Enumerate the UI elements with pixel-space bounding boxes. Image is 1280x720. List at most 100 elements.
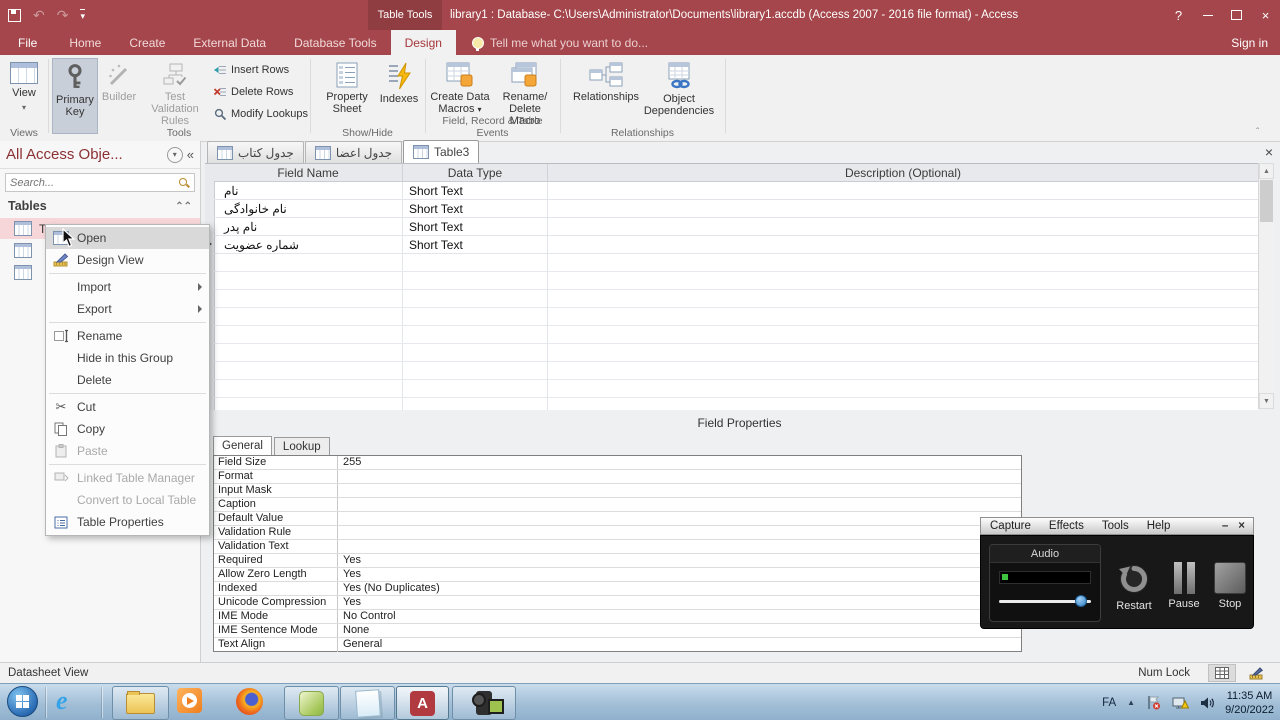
- menu-item-convert-to-local[interactable]: Convert to Local Table: [46, 489, 209, 511]
- data-type-cell[interactable]: Short Text: [403, 200, 548, 218]
- description-cell[interactable]: [548, 200, 1258, 218]
- prop-label[interactable]: Unicode Compression: [214, 596, 338, 609]
- prop-value[interactable]: [338, 484, 1021, 497]
- view-button[interactable]: View ▾: [4, 58, 44, 114]
- field-name-cell[interactable]: نام پدر: [214, 218, 403, 236]
- access-taskbar-button[interactable]: A: [396, 686, 449, 720]
- taskbar-clock[interactable]: 11:35 AM 9/20/2022: [1225, 689, 1274, 717]
- prop-value[interactable]: [338, 526, 1021, 539]
- tab-lookup[interactable]: Lookup: [273, 437, 330, 455]
- relationships-button[interactable]: Relationships: [570, 58, 642, 103]
- prop-label[interactable]: Field Size: [214, 456, 338, 469]
- recorder-menu-effects[interactable]: Effects: [1040, 520, 1093, 532]
- tab-database-tools[interactable]: Database Tools: [280, 30, 391, 55]
- recorder-minimize-icon[interactable]: –: [1222, 520, 1228, 532]
- close-document-icon[interactable]: ×: [1260, 143, 1278, 161]
- nav-pane-header[interactable]: All Access Obje... ▾ «: [0, 141, 200, 169]
- menu-item-delete[interactable]: Delete: [46, 369, 209, 391]
- media-player-icon[interactable]: [177, 688, 202, 713]
- menu-item-rename[interactable]: Rename: [46, 325, 209, 347]
- search-input[interactable]: [6, 176, 178, 189]
- hidden-icons-arrow[interactable]: ▲: [1127, 698, 1135, 707]
- prop-label[interactable]: IME Mode: [214, 610, 338, 623]
- menu-item-import[interactable]: Import: [46, 276, 209, 298]
- test-validation-rules-button[interactable]: Test Validation Rules: [141, 58, 209, 127]
- redo-icon[interactable]: ↷: [57, 7, 69, 24]
- shutter-bar-icon[interactable]: «: [187, 147, 194, 162]
- field-name-cell[interactable]: نام خانوادگی: [214, 200, 403, 218]
- customize-qat-icon[interactable]: ▾: [80, 8, 85, 22]
- scrollbar-thumb[interactable]: [1260, 180, 1273, 222]
- prop-value[interactable]: Yes (No Duplicates): [338, 582, 1021, 595]
- data-type-cell[interactable]: Short Text: [403, 218, 548, 236]
- indexes-button[interactable]: Indexes: [376, 58, 422, 105]
- tab-file[interactable]: File: [0, 30, 56, 55]
- prop-value[interactable]: 255: [338, 456, 1021, 469]
- recorder-menu-help[interactable]: Help: [1138, 520, 1180, 532]
- search-icon[interactable]: [178, 177, 190, 189]
- tab-design[interactable]: Design: [390, 30, 456, 55]
- tell-me-box[interactable]: Tell me what you want to do...: [456, 30, 648, 55]
- field-name-cell[interactable]: شماره عضویت: [214, 236, 403, 254]
- tables-group-header[interactable]: Tables ⌃⌃: [0, 196, 200, 216]
- menu-item-hide-in-group[interactable]: Hide in this Group: [46, 347, 209, 369]
- create-data-macros-button[interactable]: Create Data Macros ▾: [430, 58, 490, 116]
- sign-in-link[interactable]: Sign in: [1231, 30, 1268, 55]
- prop-value[interactable]: Yes: [338, 568, 1021, 581]
- restore-button[interactable]: [1222, 0, 1251, 30]
- recorder-close-icon[interactable]: ×: [1238, 520, 1245, 532]
- slider-knob[interactable]: [1075, 595, 1087, 607]
- restart-button[interactable]: Restart: [1107, 562, 1161, 612]
- prop-label[interactable]: Input Mask: [214, 484, 338, 497]
- recorder-menu-capture[interactable]: Capture: [981, 520, 1040, 532]
- menu-item-table-properties[interactable]: Table Properties: [46, 511, 209, 533]
- prop-label[interactable]: Default Value: [214, 512, 338, 525]
- data-type-cell[interactable]: Short Text: [403, 236, 548, 254]
- doc-tab-table3[interactable]: Table3: [402, 140, 480, 163]
- undo-icon[interactable]: ↶: [33, 7, 45, 24]
- network-icon[interactable]: [1172, 696, 1190, 710]
- description-cell[interactable]: [548, 218, 1258, 236]
- collapse-group-icon[interactable]: ⌃⌃: [175, 201, 192, 212]
- scroll-down-icon[interactable]: ▼: [1259, 393, 1274, 409]
- field-name-cell[interactable]: نام: [214, 182, 403, 200]
- datasheet-view-button[interactable]: [1208, 664, 1236, 682]
- menu-item-design-view[interactable]: Design View: [46, 249, 209, 271]
- recorder-menu-tools[interactable]: Tools: [1093, 520, 1138, 532]
- tab-external-data[interactable]: External Data: [179, 30, 280, 55]
- prop-value[interactable]: Yes: [338, 596, 1021, 609]
- prop-label[interactable]: Validation Rule: [214, 526, 338, 539]
- close-button[interactable]: ×: [1251, 0, 1280, 30]
- start-button[interactable]: [7, 686, 38, 717]
- save-icon[interactable]: [8, 8, 21, 22]
- prop-label[interactable]: Allow Zero Length: [214, 568, 338, 581]
- stop-button[interactable]: Stop: [1209, 562, 1251, 610]
- internet-explorer-icon[interactable]: e: [56, 688, 68, 714]
- volume-icon[interactable]: [1200, 696, 1214, 710]
- pause-button[interactable]: Pause: [1163, 562, 1205, 610]
- primary-key-button[interactable]: Primary Key: [52, 58, 98, 134]
- recorder-title-bar[interactable]: Capture Effects Tools Help – ×: [980, 517, 1254, 535]
- builder-button[interactable]: Builder: [99, 58, 139, 103]
- object-dependencies-button[interactable]: Object Dependencies: [644, 58, 714, 117]
- collapse-ribbon-icon[interactable]: ˆ: [1256, 128, 1264, 138]
- nav-pane-menu-icon[interactable]: ▾: [166, 146, 183, 163]
- prop-label[interactable]: Validation Text: [214, 540, 338, 553]
- prop-value[interactable]: None: [338, 624, 1021, 637]
- recorder-taskbar-button[interactable]: [452, 686, 516, 720]
- col-header-description[interactable]: Description (Optional): [548, 164, 1258, 182]
- prop-label[interactable]: Indexed: [214, 582, 338, 595]
- tab-create[interactable]: Create: [115, 30, 179, 55]
- tab-general[interactable]: General: [213, 436, 272, 455]
- empty-grid-rows[interactable]: [214, 254, 1258, 410]
- menu-item-linked-table-manager[interactable]: Linked Table Manager: [46, 467, 209, 489]
- prop-value[interactable]: No Control: [338, 610, 1021, 623]
- insert-rows-button[interactable]: Insert Rows: [213, 60, 308, 80]
- menu-item-cut[interactable]: ✂ Cut: [46, 396, 209, 418]
- prop-label[interactable]: Required: [214, 554, 338, 567]
- green-app-taskbar-button[interactable]: [284, 686, 339, 720]
- menu-item-paste[interactable]: Paste: [46, 440, 209, 462]
- firefox-icon[interactable]: [236, 688, 263, 715]
- delete-rows-button[interactable]: Delete Rows: [213, 82, 308, 102]
- description-cell[interactable]: [548, 182, 1258, 200]
